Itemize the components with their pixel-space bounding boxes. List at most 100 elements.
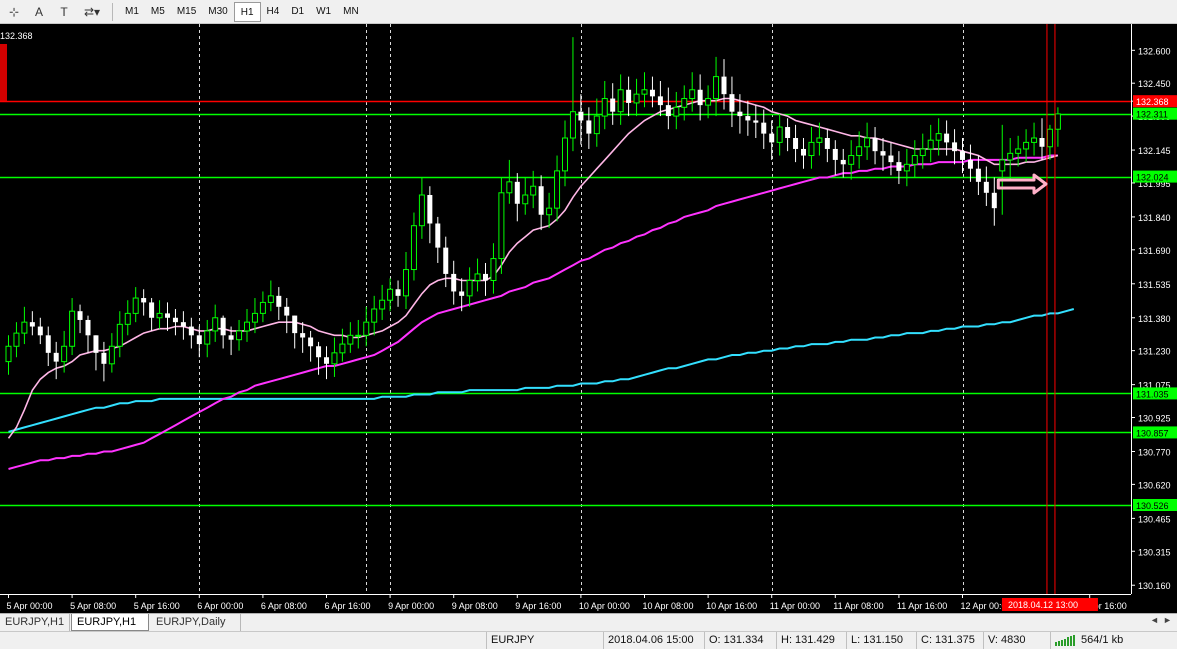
- candle-body-bear: [172, 317, 178, 323]
- candle-body-bear: [538, 186, 544, 215]
- candle-body-bull: [562, 137, 568, 172]
- candle-body-bear: [753, 120, 759, 123]
- time-tick-label: 10 Apr 16:00: [706, 601, 757, 611]
- candle-body-bull: [1015, 148, 1022, 154]
- connection-bars-icon: [1055, 634, 1075, 646]
- candle-body-bear: [793, 138, 799, 149]
- price-tick-label: 131.535: [1138, 280, 1171, 290]
- candle-body-bear: [308, 337, 314, 347]
- candle-body-bear: [665, 105, 671, 117]
- candle-body-bull: [681, 98, 688, 108]
- cursor-grid-icon[interactable]: ⊹: [3, 2, 25, 22]
- candle-body-bull: [5, 345, 12, 363]
- marker-time-tag-label: 2018.04.12 13:00: [1008, 600, 1078, 610]
- candle-body-bear: [832, 148, 838, 160]
- price-chart[interactable]: 132.600132.450132.368132.300132.145131.9…: [0, 24, 1177, 613]
- candle-body-bull: [856, 146, 863, 157]
- candle-body-bull: [935, 133, 942, 141]
- candle-body-bull: [387, 288, 394, 301]
- price-tick-label: 130.925: [1138, 414, 1171, 424]
- candle-body-bear: [952, 142, 958, 152]
- candle-body-bull: [132, 297, 139, 314]
- time-tick-label: 5 Apr 08:00: [70, 601, 116, 611]
- candle-body-bull: [379, 299, 386, 310]
- candle-body-bear: [300, 333, 306, 338]
- candle-body-bull: [816, 137, 823, 143]
- timeframe-m15-button[interactable]: M15: [171, 2, 202, 22]
- price-tick-label: 130.315: [1138, 547, 1171, 557]
- candle-body-bear: [983, 181, 989, 193]
- candle-body-bull: [156, 312, 163, 319]
- candle-body-bull: [204, 330, 211, 345]
- time-tick-label: 6 Apr 00:00: [197, 601, 243, 611]
- candle-body-bear: [729, 94, 735, 112]
- candle-body-bear: [459, 291, 465, 296]
- candle-body-bull: [1007, 152, 1014, 161]
- time-tick-label: 11 Apr 16:00: [897, 601, 947, 611]
- candle-body-bull: [601, 98, 608, 117]
- candle-body-bull: [21, 321, 28, 334]
- candle-body-bull: [474, 273, 481, 282]
- timeframe-m1-button[interactable]: M1: [119, 2, 145, 22]
- tab-eurjpy-h1-first[interactable]: EURJPY,H1: [0, 614, 70, 631]
- text-tool-icon[interactable]: T: [53, 2, 75, 22]
- candle-body-bull: [116, 323, 123, 347]
- candle-body-bull: [347, 334, 354, 345]
- tab-scroll-left-icon[interactable]: ◄: [1150, 615, 1159, 625]
- candle-body-bull: [1046, 128, 1053, 148]
- timeframe-mn-button[interactable]: MN: [337, 2, 365, 22]
- letter-a-icon[interactable]: A: [28, 2, 50, 22]
- candle-body-bear: [657, 96, 663, 106]
- candle-body-bull: [69, 310, 76, 347]
- candle-body-bull: [546, 207, 553, 216]
- timeframe-h4-button[interactable]: H4: [261, 2, 286, 22]
- timeframe-h1-button[interactable]: H1: [233, 1, 261, 22]
- candle-body-bear: [801, 148, 806, 156]
- candle-body-bear: [578, 111, 584, 121]
- level-price-tag-label: 132.024: [1136, 173, 1169, 183]
- timeframe-d1-button[interactable]: D1: [285, 2, 310, 22]
- tab-scroll-right-icon[interactable]: ►: [1163, 615, 1172, 625]
- candle-body-bear: [514, 181, 520, 204]
- timeframe-w1-button[interactable]: W1: [310, 2, 337, 22]
- tab-eurjpy-h1-active[interactable]: EURJPY,H1: [71, 614, 149, 631]
- current-price-marker: [0, 44, 7, 101]
- time-tick-label: 6 Apr 08:00: [261, 601, 307, 611]
- level-price-tag-label: 130.526: [1136, 501, 1169, 511]
- timeframe-m30-button[interactable]: M30: [202, 2, 233, 22]
- time-tick-label: 5 Apr 00:00: [7, 601, 53, 611]
- candle-body-bull: [124, 312, 131, 325]
- candle-body-bear: [610, 98, 616, 112]
- candle-body-bear: [316, 346, 322, 358]
- candle-body-bull: [371, 308, 378, 323]
- tab-eurjpy-daily[interactable]: EURJPY,Daily: [151, 614, 241, 631]
- candle-body-bear: [991, 192, 997, 209]
- timeframe-m5-button[interactable]: M5: [145, 2, 171, 22]
- candle-body-bull: [927, 139, 934, 150]
- candle-body-bear: [451, 273, 457, 292]
- time-tick-label: 11 Apr 08:00: [833, 601, 883, 611]
- candle-body-bull: [569, 111, 576, 139]
- candle-body-bear: [101, 352, 107, 364]
- candle-body-bear: [586, 120, 592, 134]
- price-tick-label: 131.380: [1138, 314, 1171, 324]
- candle-body-bear: [649, 89, 655, 97]
- candle-body-bear: [697, 89, 703, 106]
- candle-body-bull: [267, 295, 274, 303]
- price-tick-label: 131.840: [1138, 213, 1171, 223]
- candle-body-bear: [888, 155, 894, 163]
- arrows-dropdown-icon[interactable]: ⇄▾: [78, 2, 106, 22]
- candle-body-bull: [212, 317, 219, 332]
- candle-body-bear: [29, 322, 35, 327]
- time-tick-label: 9 Apr 08:00: [452, 601, 498, 611]
- candle-body-bull: [1031, 137, 1038, 143]
- level-price-tag-label: 130.857: [1136, 428, 1169, 438]
- candle-body-bear: [180, 322, 186, 327]
- candle-body-bull: [13, 332, 20, 347]
- candle-body-bull: [689, 89, 696, 100]
- candle-body-bull: [236, 330, 243, 341]
- candle-body-bull: [259, 301, 266, 314]
- candle-body-bear: [483, 273, 488, 281]
- candle-body-bear: [141, 298, 147, 303]
- chart-canvas[interactable]: 132.600132.450132.368132.300132.145131.9…: [0, 24, 1177, 613]
